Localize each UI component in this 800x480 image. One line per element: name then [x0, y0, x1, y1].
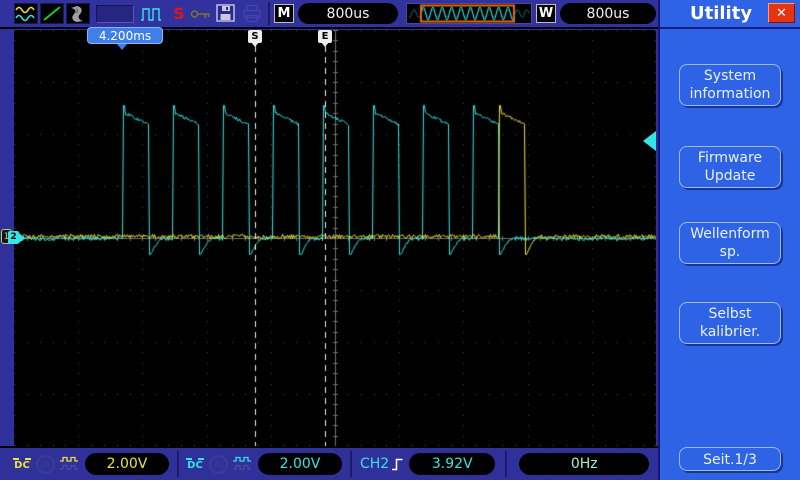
channels-icon [15, 6, 35, 22]
button-label-line: Update [704, 168, 756, 184]
trigger-source-label: CH2 [360, 456, 390, 472]
ch1-bandwidth-icon: 20 [36, 454, 55, 474]
frequency-readout: 0Hz [519, 453, 650, 475]
status-bar: DC 20 2.00V DC 20 2.00V CH2 3.92V 0Hz [0, 446, 658, 480]
pulse-icon [141, 8, 161, 21]
ch2-position-marker-tip-icon [19, 233, 25, 243]
button-label-line: System [703, 68, 757, 84]
ch1-coupling-label: DC [14, 459, 30, 471]
waveform-preview [406, 3, 532, 24]
button-label-line: Selbst [708, 306, 752, 322]
key-lock-icon [190, 10, 210, 18]
key-lock-icon-button[interactable] [190, 4, 212, 23]
window-timebase-readout: 800us [560, 3, 656, 24]
self-calibration-button[interactable]: Selbst kalibrier. [679, 302, 781, 344]
print-icon-button[interactable] [240, 4, 264, 23]
ch2-coupling-icon: DC [185, 457, 205, 471]
button-label-line: Firmware [697, 150, 763, 166]
print-icon [243, 4, 261, 23]
trigger-slope-icon [391, 456, 405, 472]
main-timebase-readout: 800us [298, 3, 398, 24]
main-timebase-badge: M [274, 4, 294, 23]
window-end-marker-tip-icon [321, 42, 329, 47]
page-title: Utility [690, 3, 753, 24]
stop-icon[interactable]: S [170, 4, 188, 23]
channels-icon-button[interactable] [14, 3, 38, 24]
toolbar-divider [268, 2, 270, 25]
page-button[interactable]: Seit.1/3 [679, 447, 781, 471]
button-label-line: kalibrier. [699, 324, 761, 340]
delay-readout-bubble: 4.200ms [87, 27, 163, 44]
utility-menu-header: Utility ✕ [660, 0, 800, 29]
waveform-save-button[interactable]: Wellenform sp. [679, 222, 781, 264]
ch1-invert-icon [59, 456, 79, 472]
window-timebase-badge: W [536, 4, 556, 23]
delay-bubble-pointer-icon [117, 44, 127, 50]
button-label-line: information [689, 86, 771, 102]
hardcopy-icon [71, 6, 83, 22]
trigger-level-arrow-icon [643, 131, 656, 151]
top-toolbar: S M 800us W 800us [0, 0, 658, 29]
status-divider [350, 451, 352, 477]
status-divider [505, 451, 508, 477]
trigger-level-readout: 3.92V [409, 453, 496, 475]
cursor-line-icon-button[interactable] [40, 3, 64, 24]
waveform-preview-canvas [407, 4, 531, 23]
toolbar-empty-field [96, 4, 134, 23]
utility-menu-panel: Utility ✕ System information Firmware Up… [658, 0, 800, 480]
waveform-display [14, 30, 656, 446]
close-button[interactable]: ✕ [768, 3, 795, 23]
button-label-line: Wellenform [690, 226, 770, 242]
ch2-position-marker: 2 [8, 231, 19, 244]
save-icon-button[interactable] [214, 4, 238, 23]
window-start-marker-tip-icon [251, 42, 259, 47]
ch1-coupling-icon: DC [12, 457, 32, 471]
line-icon [43, 6, 61, 21]
pulse-icon-button[interactable] [140, 4, 164, 23]
save-icon [216, 4, 235, 22]
ch1-scale-readout: 2.00V [85, 453, 169, 475]
ch2-coupling-label: DC [187, 459, 203, 471]
ch2-invert-icon [232, 456, 252, 472]
oscilloscope-screen: S M 800us W 800us 4.200ms S E 1 2 Utilit… [0, 0, 800, 480]
hardcopy-icon-button[interactable] [66, 3, 90, 24]
ch2-bandwidth-icon: 20 [209, 454, 228, 474]
ch2-scale-readout: 2.00V [258, 453, 342, 475]
firmware-update-button[interactable]: Firmware Update [679, 146, 781, 188]
button-label-line: sp. [719, 244, 741, 260]
page-button-label: Seit.1/3 [703, 452, 757, 468]
status-divider [177, 451, 179, 477]
system-information-button[interactable]: System information [679, 64, 781, 106]
